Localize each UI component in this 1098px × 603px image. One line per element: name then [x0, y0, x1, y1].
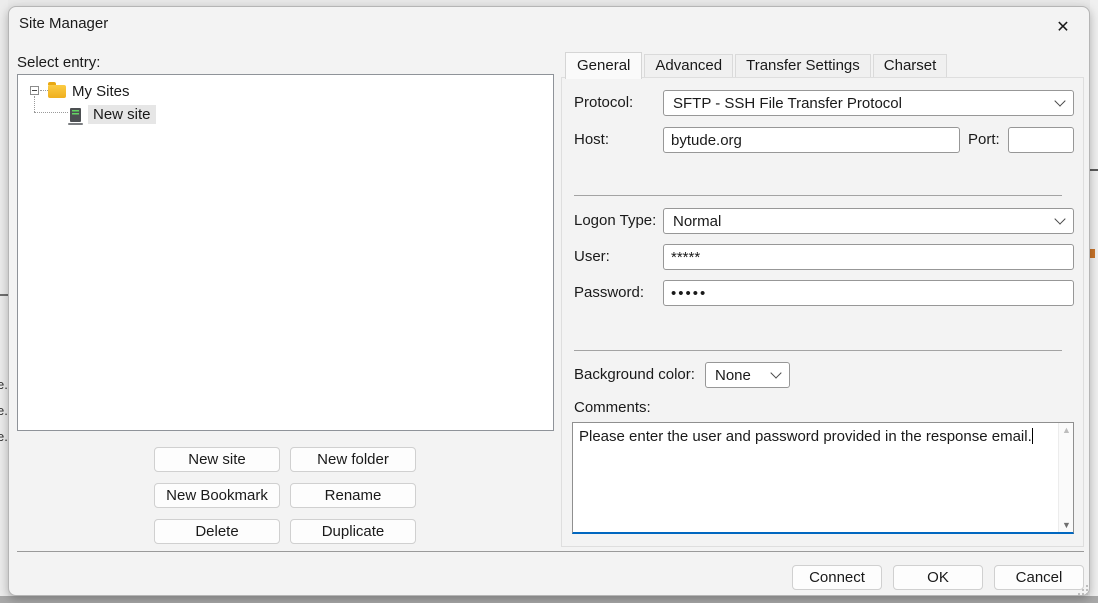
- password-input[interactable]: [663, 280, 1074, 306]
- comments-label: Comments:: [574, 399, 651, 416]
- tab-general[interactable]: General: [565, 52, 642, 79]
- tab-advanced[interactable]: Advanced: [644, 54, 733, 78]
- port-label: Port:: [968, 131, 1000, 148]
- tab-transfer-settings[interactable]: Transfer Settings: [735, 54, 871, 78]
- chevron-down-icon: [1054, 95, 1065, 106]
- cancel-button[interactable]: Cancel: [994, 565, 1084, 590]
- protocol-value: SFTP - SSH File Transfer Protocol: [673, 95, 902, 112]
- background-divider: [0, 294, 8, 296]
- rename-button[interactable]: Rename: [290, 483, 416, 508]
- screen: e. e. e. Site Manager ✕ Select entry: My…: [0, 0, 1098, 603]
- protocol-label: Protocol:: [574, 94, 633, 111]
- logon-type-value: Normal: [673, 213, 721, 230]
- dialog-title: Site Manager: [19, 15, 108, 32]
- background-window-left-sliver: e. e. e.: [0, 0, 8, 603]
- background-text-fragment: e.: [0, 429, 8, 444]
- background-color-label: Background color:: [574, 366, 695, 383]
- background-color-fragment: [1090, 249, 1095, 258]
- user-input[interactable]: [663, 244, 1074, 270]
- chevron-down-icon: [1054, 213, 1065, 224]
- new-bookmark-button[interactable]: New Bookmark: [154, 483, 280, 508]
- close-button[interactable]: ✕: [1047, 13, 1079, 41]
- tree-item-label: My Sites: [72, 83, 130, 100]
- tree-collapse-icon[interactable]: [30, 86, 39, 95]
- protocol-select[interactable]: SFTP - SSH File Transfer Protocol: [663, 90, 1074, 116]
- tab-bar: General Advanced Transfer Settings Chars…: [565, 53, 949, 78]
- background-text-fragment: e.: [0, 403, 8, 418]
- comments-text: Please enter the user and password provi…: [579, 427, 1053, 447]
- background-color-value: None: [715, 367, 751, 384]
- background-window-right-sliver: [1090, 0, 1098, 603]
- close-icon: ✕: [1056, 17, 1069, 37]
- site-manager-dialog: Site Manager ✕ Select entry: My Sites Ne…: [8, 6, 1090, 596]
- section-separator: [574, 350, 1062, 351]
- host-input[interactable]: [663, 127, 960, 153]
- background-window-bottom-strip: [0, 596, 1098, 603]
- select-entry-label: Select entry:: [17, 54, 100, 71]
- delete-button[interactable]: Delete: [154, 519, 280, 544]
- user-label: User:: [574, 248, 610, 265]
- background-color-select[interactable]: None: [705, 362, 790, 388]
- tree-item-label-selected: New site: [88, 105, 156, 124]
- tree-item-new-site[interactable]: New site: [70, 105, 156, 124]
- connect-button[interactable]: Connect: [792, 565, 882, 590]
- logon-type-select[interactable]: Normal: [663, 208, 1074, 234]
- footer-separator: [17, 551, 1084, 552]
- password-label: Password:: [574, 284, 644, 301]
- ok-button[interactable]: OK: [893, 565, 983, 590]
- scroll-up-icon[interactable]: ▲: [1059, 425, 1074, 435]
- text-cursor: [1032, 428, 1033, 444]
- comments-textarea[interactable]: Please enter the user and password provi…: [572, 422, 1074, 534]
- tree-item-my-sites[interactable]: My Sites: [48, 83, 130, 100]
- new-folder-button[interactable]: New folder: [290, 447, 416, 472]
- server-icon: [70, 108, 81, 122]
- background-divider: [1090, 169, 1098, 171]
- general-tab-page: Protocol: SFTP - SSH File Transfer Proto…: [561, 77, 1084, 547]
- site-tree[interactable]: My Sites New site: [17, 74, 554, 431]
- resize-grip[interactable]: [1077, 584, 1089, 596]
- new-site-button[interactable]: New site: [154, 447, 280, 472]
- section-separator: [574, 195, 1062, 196]
- host-label: Host:: [574, 131, 609, 148]
- port-input[interactable]: [1008, 127, 1074, 153]
- folder-icon: [48, 85, 66, 98]
- duplicate-button[interactable]: Duplicate: [290, 519, 416, 544]
- tab-charset[interactable]: Charset: [873, 54, 948, 78]
- logon-type-label: Logon Type:: [574, 212, 656, 229]
- scroll-down-icon[interactable]: ▼: [1059, 520, 1074, 530]
- tree-connector: [34, 96, 35, 112]
- tree-connector: [34, 112, 68, 113]
- comments-scrollbar[interactable]: ▲ ▼: [1058, 423, 1073, 532]
- tree-connector: [40, 90, 48, 91]
- background-text-fragment: e.: [0, 377, 8, 392]
- chevron-down-icon: [770, 367, 781, 378]
